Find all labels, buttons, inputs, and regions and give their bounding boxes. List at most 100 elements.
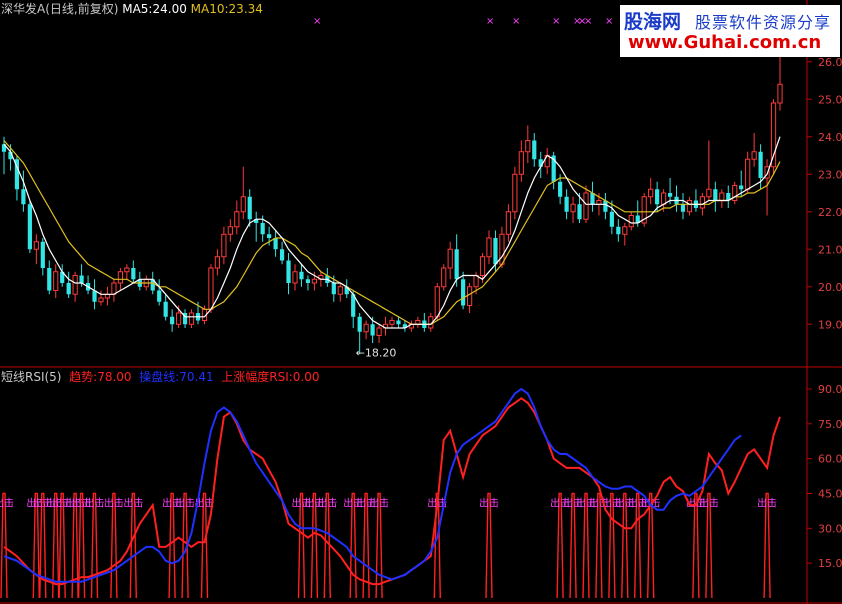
trend-label: 趋势:	[69, 370, 98, 384]
candle-body-down	[66, 283, 71, 295]
candle-body-up	[208, 267, 214, 310]
candle-body-up	[72, 275, 78, 295]
candle-body-up	[660, 192, 667, 205]
candle-body-up	[311, 278, 318, 284]
ma10-label: MA10:	[190, 2, 229, 16]
control-line-label: 操盘线:	[139, 370, 180, 384]
signal-marker: ×	[605, 16, 613, 27]
indicator-panel-header: 短线RSI(5) 趋势:78.00 操盘线:70.41 上涨幅度RSI:0.00	[1, 370, 320, 384]
signal-marker: ×	[486, 16, 494, 27]
candle-body-up	[227, 226, 233, 235]
candle-body-up	[751, 151, 757, 160]
candle-body-up	[479, 256, 486, 276]
candle-body-up	[434, 286, 440, 318]
price-tick-label: 26.0	[818, 56, 842, 69]
candle-body-down	[603, 200, 608, 212]
exit-marker-label: 出击	[123, 496, 143, 509]
ma10-value: 23.34	[228, 2, 263, 16]
candle-body-up	[745, 158, 751, 190]
rsi-tick-label: 15.0	[818, 557, 842, 570]
exit-marker-label: 出击	[479, 496, 499, 509]
candle-body-up	[570, 203, 576, 213]
ma5-line	[3, 136, 781, 329]
candle-body-down	[616, 226, 621, 235]
trend-value: 78.00	[97, 370, 132, 384]
candle-body-up	[628, 215, 634, 228]
candle-body-up	[117, 271, 124, 284]
candle-body-up	[98, 297, 104, 303]
indicator-name: 短线RSI(5)	[1, 370, 62, 384]
candle-body-down	[370, 324, 375, 336]
candle-body-up	[337, 286, 343, 295]
candle-body-down	[454, 249, 459, 280]
exit-marker-label: 出击	[757, 496, 777, 509]
candle-body-up	[466, 286, 473, 306]
candle-body-up	[415, 320, 421, 325]
candle-body-up	[111, 282, 117, 295]
candle-body-up	[441, 267, 447, 288]
signal-marker: ×	[552, 16, 560, 27]
candle-body-down	[260, 223, 265, 235]
control-line-value: 70.41	[179, 370, 214, 384]
exit-marker-label: 出击	[175, 496, 195, 509]
candle-body-up	[389, 320, 395, 325]
price-tick-label: 19.0	[818, 318, 842, 331]
ma10-line	[3, 140, 781, 325]
candle-body-down	[247, 196, 252, 220]
chart-canvas: 19.0 20.0 21.0 22.0 23.0 24.0 25.0 26.0 ←18.20 × ×…	[0, 0, 842, 604]
logo-url: www.Guhai.com.cn	[628, 32, 822, 53]
candle-body-down	[279, 249, 285, 261]
price-tick-label: 23.0	[818, 168, 842, 181]
price-tick-label: 24.0	[818, 131, 842, 144]
rsi-tick-label: 60.0	[818, 453, 842, 466]
candle-body-down	[267, 234, 272, 238]
period-label: (日线,前复权)	[45, 2, 119, 16]
candle-body-up	[234, 211, 240, 228]
candle-body-down	[532, 140, 537, 160]
candle-body-down	[273, 238, 278, 250]
candle-body-up	[175, 312, 182, 325]
candle-body-up	[596, 200, 602, 205]
price-tick-label: 20.0	[818, 281, 842, 294]
exit-marker-label: 出击	[317, 496, 337, 509]
watermark-logo: 股海网 股票软件资源分享 www.Guhai.com.cn	[620, 5, 840, 57]
candle-body-up	[686, 200, 693, 213]
candle-body-down	[396, 320, 401, 325]
price-tick-label: 22.0	[818, 206, 842, 219]
stock-name: 深华发A	[1, 2, 46, 16]
stock-chart-window: 19.0 20.0 21.0 22.0 23.0 24.0 25.0 26.0 ←18.20 × ×…	[0, 0, 842, 604]
price-tick-label: 21.0	[818, 243, 842, 256]
candle-body-down	[609, 211, 614, 227]
candle-body-down	[461, 279, 466, 306]
candle-body-down	[92, 290, 97, 302]
candle-body-down	[667, 193, 673, 197]
candle-body-up	[525, 140, 531, 153]
candle-body-down	[758, 151, 763, 178]
candle-body-down	[331, 283, 336, 295]
price-tick-label: 25.0	[818, 93, 842, 106]
signal-marker: ×	[512, 16, 520, 27]
low-price-annotation: ←18.20	[356, 346, 397, 359]
exit-marker-label: 出击	[369, 496, 389, 509]
candle-body-up	[499, 233, 505, 265]
candle-body-down	[713, 189, 718, 201]
candle-body-up	[292, 271, 298, 284]
exit-marker-label: 出击	[641, 496, 661, 509]
candle-body-down	[40, 241, 45, 268]
candle-body-down	[357, 316, 362, 332]
exit-marker-label: 出击	[85, 496, 105, 509]
candle-body-down	[27, 204, 32, 250]
candle-body-up	[777, 83, 783, 104]
rise-rsi-value: 0.00	[292, 370, 320, 384]
ma5-value: 24.00	[152, 2, 187, 16]
candle-body-up	[706, 188, 712, 198]
rsi-tick-label: 90.0	[818, 383, 842, 396]
candles-group	[1, 28, 783, 355]
exit-marker-label: 出击	[104, 496, 124, 509]
candle-body-up	[53, 271, 59, 291]
candle-body-up	[188, 312, 195, 325]
rsi-tick-label: 75.0	[818, 418, 842, 431]
candle-body-up	[363, 323, 369, 333]
candle-body-up	[473, 275, 479, 288]
candle-body-up	[221, 233, 227, 258]
